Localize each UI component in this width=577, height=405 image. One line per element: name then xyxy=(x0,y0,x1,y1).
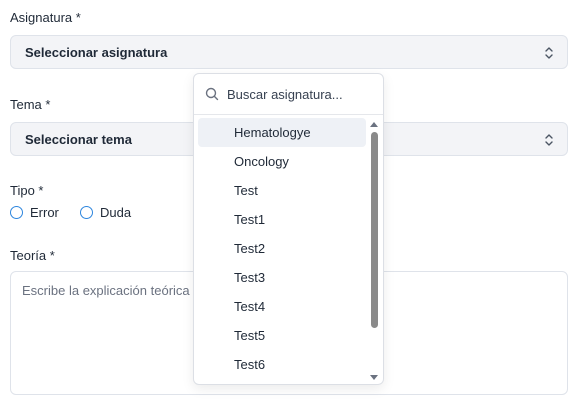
radio-circle[interactable] xyxy=(10,206,23,219)
asignatura-select-value: Seleccionar asignatura xyxy=(25,45,168,60)
list-item[interactable]: Test3 xyxy=(198,263,366,292)
dropdown-list: Hematologye Oncology Test Test1 Test2 Te… xyxy=(198,118,366,379)
list-item[interactable]: Oncology xyxy=(198,147,366,176)
asignatura-label: Asignatura * xyxy=(10,10,81,25)
dropdown-search[interactable]: Buscar asignatura... xyxy=(194,74,383,115)
radio-duda-label: Duda xyxy=(100,205,132,220)
teoria-placeholder: Escribe la explicación teórica de xyxy=(22,283,208,298)
list-item[interactable]: Test5 xyxy=(198,321,366,350)
scroll-down-arrow-icon[interactable] xyxy=(369,374,379,382)
chevron-up-down-icon xyxy=(545,47,553,59)
list-item[interactable]: Test6 xyxy=(198,350,366,379)
teoria-label: Teoría * xyxy=(10,248,55,263)
radio-error-label: Error xyxy=(30,205,59,220)
asignatura-select[interactable]: Seleccionar asignatura xyxy=(10,35,568,69)
radio-error[interactable]: Error xyxy=(10,205,59,220)
search-input[interactable]: Buscar asignatura... xyxy=(227,87,343,102)
radio-circle[interactable] xyxy=(80,206,93,219)
search-icon xyxy=(205,87,219,101)
tema-label: Tema * xyxy=(10,97,51,112)
tema-select-value: Seleccionar tema xyxy=(25,132,132,147)
list-item[interactable]: Hematologye xyxy=(198,118,366,147)
list-item[interactable]: Test4 xyxy=(198,292,366,321)
list-item[interactable]: Test1 xyxy=(198,205,366,234)
tipo-label: Tipo * xyxy=(10,183,44,198)
radio-duda[interactable]: Duda xyxy=(80,205,131,220)
list-item[interactable]: Test xyxy=(198,176,366,205)
scrollbar-thumb[interactable] xyxy=(371,132,378,328)
chevron-up-down-icon xyxy=(545,134,553,146)
asignatura-dropdown: Buscar asignatura... Hematologye Oncolog… xyxy=(193,73,384,385)
scroll-up-arrow-icon[interactable] xyxy=(369,120,379,128)
list-item[interactable]: Test2 xyxy=(198,234,366,263)
